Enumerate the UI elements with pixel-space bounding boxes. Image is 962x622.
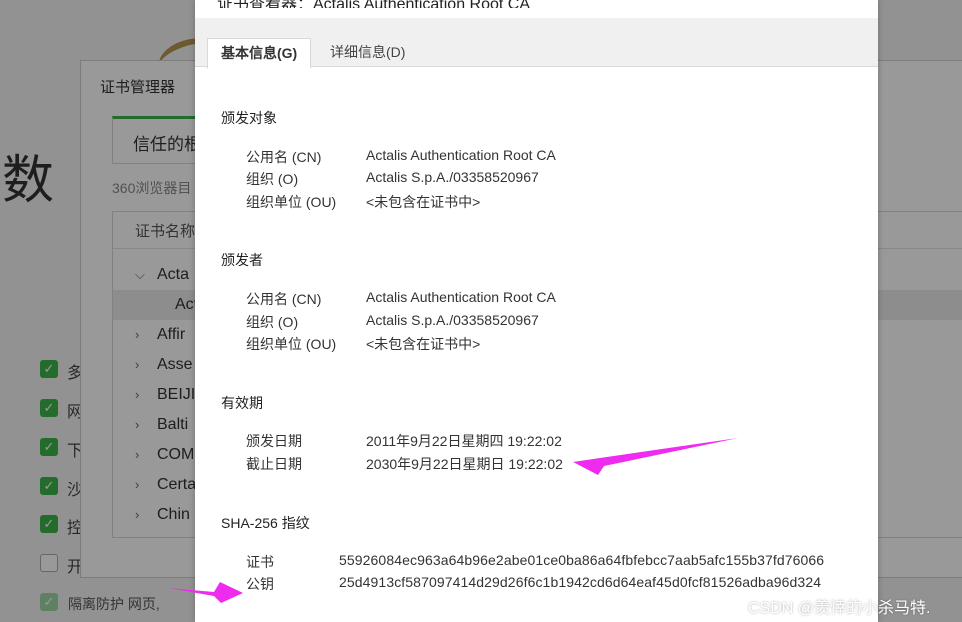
key-fingerprint-value: 25d4913cf587097414d29d26f6c1b1942cd6d64e…	[339, 574, 822, 590]
cert-fingerprint-value: 55926084ec963a64b96e2abe01ce0ba86a64fbfe…	[339, 552, 825, 568]
issued-by-heading: 颁发者	[221, 252, 263, 268]
cn-value: Actalis Authentication Root CA	[366, 147, 556, 163]
watermark: CSDN @羡悻的小杀马特.	[748, 600, 931, 617]
cert-fingerprint-label: 证书	[246, 554, 274, 570]
cn-value: Actalis Authentication Root CA	[366, 289, 556, 305]
dialog-title: 证书查看器：Actalis Authentication Root CA	[217, 0, 857, 8]
o-value: Actalis S.p.A./03358520967	[366, 169, 539, 185]
expiry-date-label: 截止日期	[246, 456, 302, 472]
ou-label: 组织单位 (OU)	[246, 336, 337, 352]
o-label: 组织 (O)	[246, 314, 299, 330]
o-value: Actalis S.p.A./03358520967	[366, 312, 539, 328]
ou-value: <未包含在证书中>	[366, 336, 481, 352]
issued-date-label: 颁发日期	[246, 433, 302, 449]
certificate-viewer-dialog: 证书查看器：Actalis Authentication Root CA 基本信…	[195, 0, 878, 622]
tab-basic-info[interactable]: 基本信息(G)	[207, 38, 312, 69]
tab-details[interactable]: 详细信息(D)	[317, 38, 418, 67]
cn-label: 公用名 (CN)	[246, 149, 322, 165]
o-label: 组织 (O)	[246, 171, 299, 187]
dialog-tab-bar: 基本信息(G) 详细信息(D)	[195, 18, 878, 69]
key-fingerprint-label: 公钥	[246, 576, 274, 592]
cn-label: 公用名 (CN)	[246, 291, 322, 307]
issued-to-heading: 颁发对象	[221, 110, 277, 126]
validity-heading: 有效期	[221, 395, 263, 411]
ou-label: 组织单位 (OU)	[246, 194, 337, 210]
fingerprint-heading: SHA-256 指纹	[221, 515, 310, 531]
expiry-date-value: 2030年9月22日星期日 19:22:02	[366, 456, 563, 472]
ou-value: <未包含在证书中>	[366, 194, 481, 210]
issued-date-value: 2011年9月22日星期四 19:22:02	[366, 433, 562, 449]
